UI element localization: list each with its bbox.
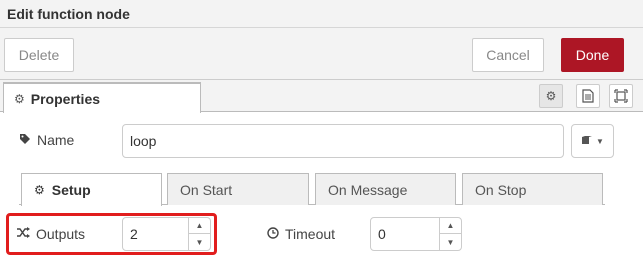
outputs-increment-button[interactable]: ▲ — [189, 218, 210, 234]
appearance-icon — [614, 89, 628, 103]
timeout-decrement-button[interactable]: ▼ — [440, 234, 461, 250]
name-label: Name — [37, 132, 75, 148]
tab-setup[interactable]: ⚙ Setup — [21, 173, 162, 206]
shuffle-icon — [17, 227, 30, 241]
dialog-toolbar: Delete Cancel Done — [0, 28, 643, 80]
tab-on-stop[interactable]: On Stop — [462, 173, 603, 205]
tab-properties[interactable]: ⚙ Properties — [3, 82, 201, 113]
caret-down-icon: ▼ — [596, 136, 604, 146]
timeout-label: Timeout — [285, 226, 336, 242]
name-input[interactable]: loop — [122, 124, 564, 158]
dialog-titlebar: Edit function node — [0, 0, 643, 28]
timeout-stepper[interactable]: 0 ▲ ▼ — [370, 217, 462, 251]
outputs-label: Outputs — [36, 226, 86, 242]
library-menu-button[interactable]: ▼ — [571, 124, 614, 158]
tab-on-message[interactable]: On Message — [315, 173, 456, 205]
timeout-increment-button[interactable]: ▲ — [440, 218, 461, 234]
outputs-value[interactable]: 2 — [130, 218, 138, 250]
timeout-stepper-arrows: ▲ ▼ — [439, 218, 461, 250]
node-appearance-button[interactable] — [609, 84, 633, 108]
dialog-title: Edit function node — [7, 6, 130, 22]
delete-button[interactable]: Delete — [4, 38, 74, 72]
book-icon — [581, 135, 593, 148]
node-settings-button[interactable]: ⚙ — [539, 84, 563, 108]
done-button[interactable]: Done — [561, 38, 624, 72]
outputs-label-group: Outputs — [17, 224, 85, 244]
timeout-label-group: Timeout — [267, 224, 335, 244]
tab-setup-label: Setup — [51, 182, 91, 198]
tag-icon — [19, 133, 31, 148]
properties-tabbar: ⚙ Properties ⚙ — [0, 80, 643, 113]
node-description-button[interactable] — [576, 84, 600, 108]
tab-on-start[interactable]: On Start — [167, 173, 309, 205]
outputs-stepper-arrows: ▲ ▼ — [188, 218, 210, 250]
gear-icon: ⚙ — [14, 91, 25, 106]
outputs-decrement-button[interactable]: ▼ — [189, 234, 210, 250]
tab-properties-label: Properties — [30, 90, 101, 107]
gear-icon: ⚙ — [34, 183, 45, 197]
file-icon — [582, 89, 594, 103]
outputs-stepper[interactable]: 2 ▲ ▼ — [122, 217, 211, 251]
clock-icon — [267, 226, 279, 242]
cancel-button[interactable]: Cancel — [472, 38, 544, 72]
timeout-value[interactable]: 0 — [378, 218, 386, 250]
gear-icon: ⚙ — [545, 89, 557, 103]
name-label-group: Name — [19, 130, 74, 150]
